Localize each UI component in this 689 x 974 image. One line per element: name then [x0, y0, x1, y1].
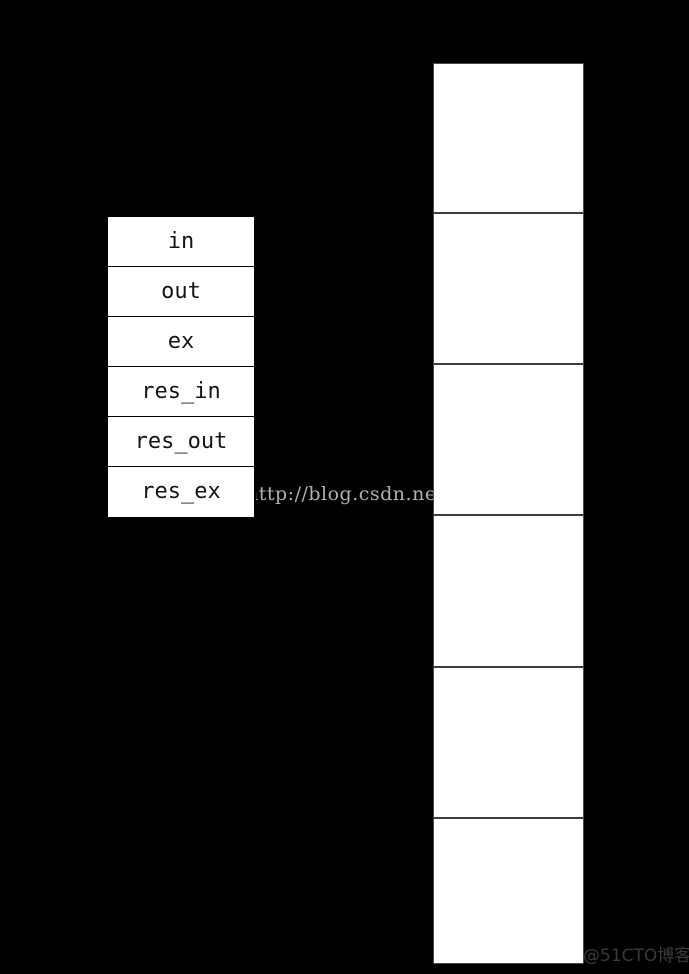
segment-cell	[434, 365, 583, 516]
url-watermark: http://blog.csdn.net/	[246, 483, 452, 505]
segment-cell	[434, 819, 583, 964]
table-row: ex	[108, 317, 254, 367]
segment-cell	[434, 668, 583, 819]
table-row: out	[108, 267, 254, 317]
diagram-canvas: http://blog.csdn.net/ in out ex res_in r…	[0, 0, 689, 974]
table-row: res_in	[108, 367, 254, 417]
segment-cell	[434, 214, 583, 365]
site-brand-watermark: @51CTO博客	[583, 946, 689, 966]
event-flag-table: in out ex res_in res_out res_ex	[106, 215, 256, 519]
table-row: in	[108, 217, 254, 267]
segment-cell	[434, 64, 583, 214]
table-row: res_ex	[108, 467, 254, 517]
table-row: res_out	[108, 417, 254, 467]
segment-cell	[434, 516, 583, 668]
segment-column	[433, 63, 584, 964]
